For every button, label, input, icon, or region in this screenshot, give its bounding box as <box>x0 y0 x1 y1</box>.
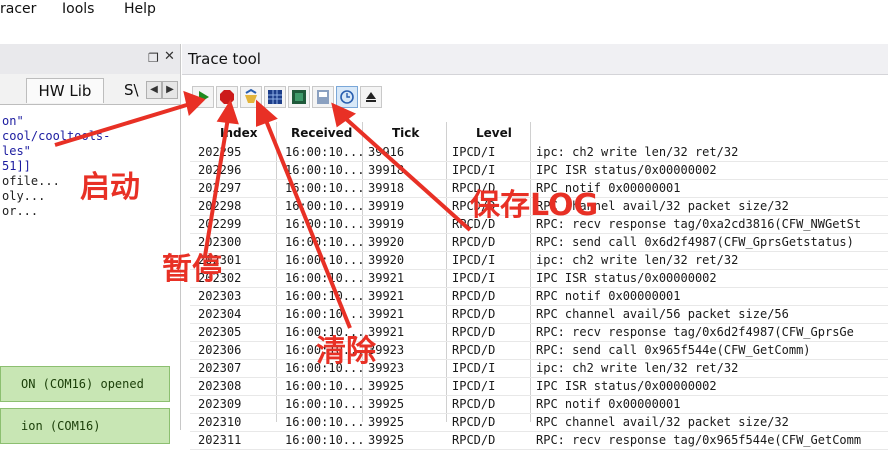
annotation-arrows <box>54 90 472 329</box>
annotation-pause: 暂停 <box>162 252 222 287</box>
arrow-clear <box>263 117 352 329</box>
arrow-save <box>343 116 472 232</box>
arrow-pause <box>203 117 230 257</box>
arrow-start <box>54 102 191 147</box>
arrow-head-pause <box>216 99 239 125</box>
arrow-head-clear <box>256 99 278 127</box>
table-row[interactable]: 202311 16:00:10... 39925 RPCD/D RPC: recv re… <box>190 432 888 450</box>
cell-level: RPCD/D <box>452 433 496 447</box>
arrow-head-start <box>183 90 206 116</box>
annotation-clear: 清除 <box>316 334 376 369</box>
cell-tick: 39925 <box>368 433 405 447</box>
cell-received: 16:00:10... <box>285 433 365 447</box>
annotation-save-log: 保存LOG <box>470 188 599 223</box>
cell-message: RPC: recv response tag/0x965f544e(CFW_Ge… <box>536 433 862 447</box>
cell-index: 202311 <box>198 433 242 447</box>
annotation-start: 启动 <box>80 170 140 205</box>
